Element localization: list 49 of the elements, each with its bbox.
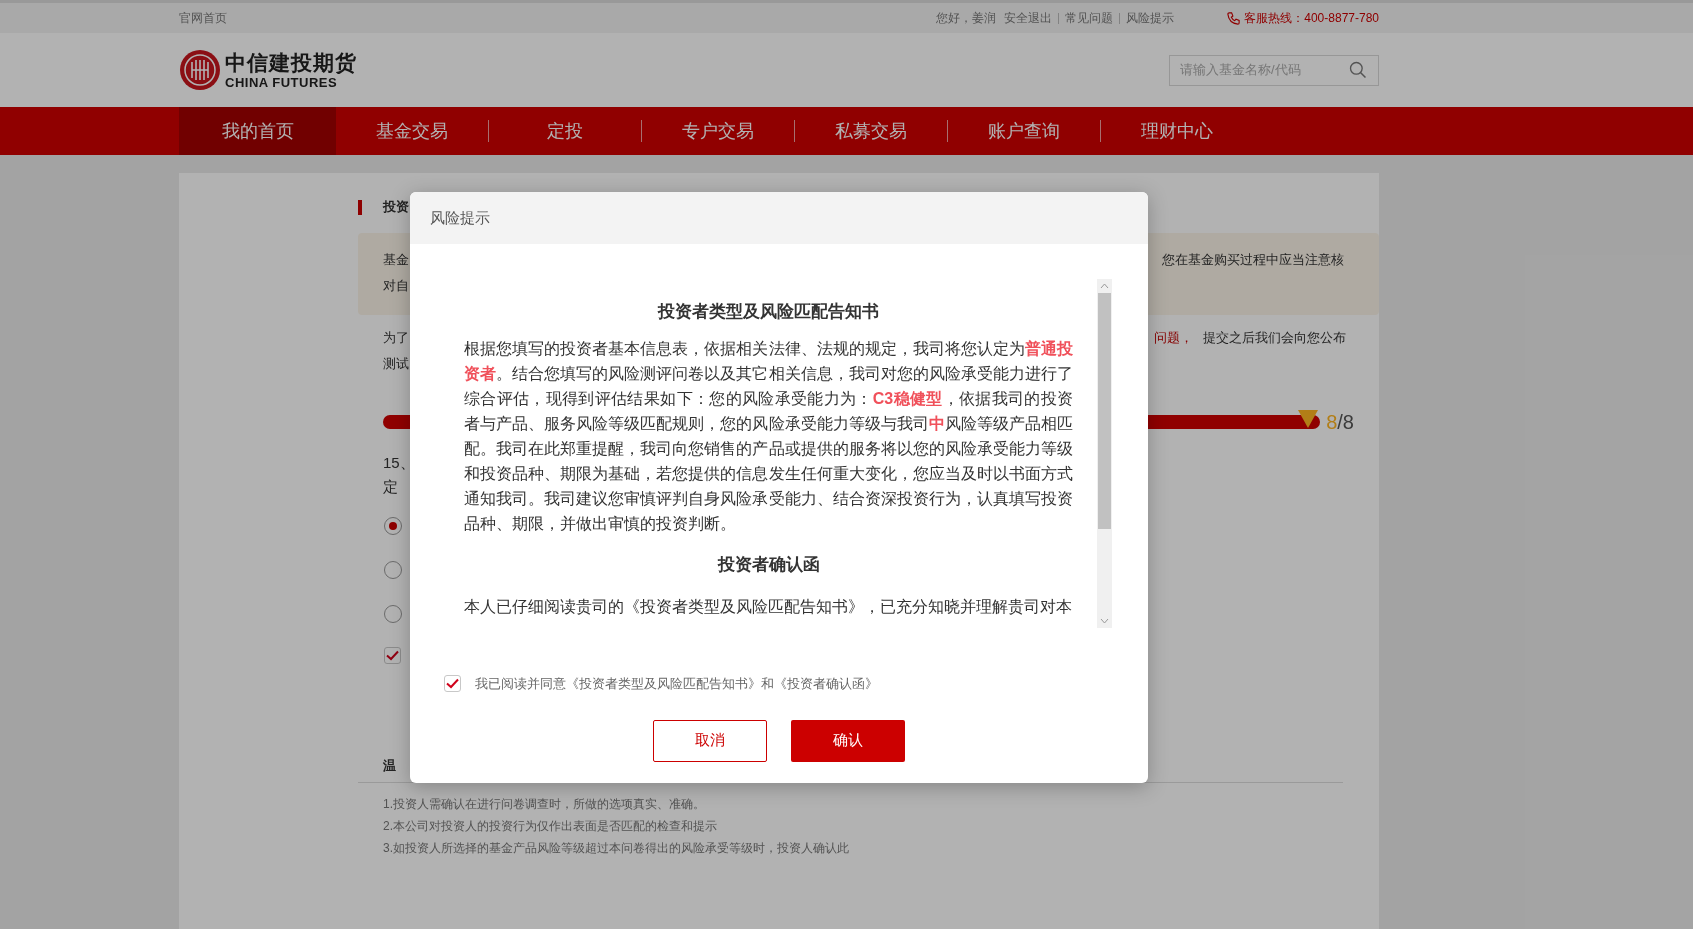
- nav-tab[interactable]: 我的首页: [179, 107, 336, 155]
- dialog-title: 风险提示: [430, 207, 490, 228]
- intro-text: 为了: [383, 329, 409, 347]
- section-title: 投资: [383, 198, 409, 217]
- home-link[interactable]: 官网首页: [179, 9, 227, 27]
- top-link[interactable]: 安全退出: [1004, 9, 1053, 27]
- nav-tab[interactable]: 专户交易: [642, 107, 794, 155]
- question-text: 定: [383, 477, 398, 497]
- intro-text: 测试: [383, 356, 409, 371]
- nav-tab[interactable]: 私募交易: [795, 107, 947, 155]
- logo-icon: [179, 49, 221, 91]
- nav-tab[interactable]: 理财中心: [1101, 107, 1253, 155]
- scrollbar[interactable]: [1097, 279, 1112, 628]
- notice-text: 对自: [383, 278, 409, 293]
- question-text: 15、: [383, 453, 415, 473]
- radio-button[interactable]: [384, 517, 402, 535]
- notice-text: 您在基金购买过程中应当注意核: [1162, 251, 1344, 269]
- tip-text: 3.如投资人所选择的基金产品风险等级超过本问卷得出的风险承受等级时，投资人确认此: [383, 839, 850, 857]
- marker-icon: [1298, 410, 1319, 428]
- agree-label: 我已阅读并同意《投资者类型及风险匹配告知书》和《投资者确认函》: [475, 675, 878, 693]
- intro-text: 提交之后我们会向您公布: [1203, 329, 1346, 347]
- document-title: 投资者类型及风险匹配告知书: [656, 301, 880, 323]
- document-title: 投资者确认函: [716, 554, 821, 576]
- greeting-text: 您好，姜润: [936, 10, 997, 27]
- tip-text: 1.投资人需确认在进行问卷调查时，所做的选项真实、准确。: [383, 795, 706, 813]
- document-text: 根据您填写的投资者基本信息表，依据相关法律、法规的规定，我司将您认定为普通投资者。结合您填写的风险测评问卷以及其它相关信息，我司对您的风险承受能力进行了综合评估，现得到评估结果如下：您的风险承受能力为：C3稳健型，依据我司的投资者与产品、服务风险等级匹配规则，您的风险承受能力等级与我司中风险等级产品相匹配。我司在此郑重提醒，我司向您销售的产品或提供的服务将以您的风险承受能力等级和投资品种、期限为基础，若您提供的信息发生任何重大变化，您应当及时以书面方式通知我司。我司建议您审慎评判自身风险承受能力、结合资深投资行为，认真填写投资品种、期限，并做出审慎的投资判断。: [464, 339, 1073, 534]
- agree-checkbox[interactable]: [444, 675, 461, 693]
- tip-text: 2.本公司对投资人的投资行为仅作出表面是否匹配的检查和提示: [383, 817, 718, 835]
- nav-tab[interactable]: 账户查询: [948, 107, 1100, 155]
- top-link[interactable]: 风险提示: [1126, 9, 1175, 27]
- progress-current: 8: [1326, 411, 1338, 433]
- document-text: 本人已仔细阅读贵司的《投资者类型及风险匹配告知书》，已充分知晓并理解贵司对本: [464, 597, 1073, 617]
- notice-text: 基金: [383, 251, 409, 269]
- nav-tab[interactable]: 基金交易: [336, 107, 488, 155]
- tips-title: 温: [383, 758, 396, 773]
- hotline-text: 客服热线：400-8877-780: [1244, 10, 1379, 27]
- radio-button[interactable]: [384, 561, 402, 579]
- confirm-button[interactable]: 确认: [791, 719, 905, 762]
- radio-button[interactable]: [384, 605, 402, 623]
- phone-icon: [1226, 10, 1242, 26]
- search-icon[interactable]: [1348, 60, 1368, 80]
- logo-name: 中信建投期货: [225, 51, 357, 73]
- intro-link[interactable]: 问题，: [1154, 325, 1193, 351]
- nav-tab[interactable]: 定投: [489, 107, 641, 155]
- checkbox[interactable]: [384, 647, 401, 664]
- progress-total: /8: [1337, 411, 1354, 433]
- top-link[interactable]: 常见问题: [1065, 9, 1114, 27]
- cancel-button[interactable]: 取消: [653, 719, 767, 762]
- logo-subtitle: CHINA FUTURES: [225, 75, 339, 89]
